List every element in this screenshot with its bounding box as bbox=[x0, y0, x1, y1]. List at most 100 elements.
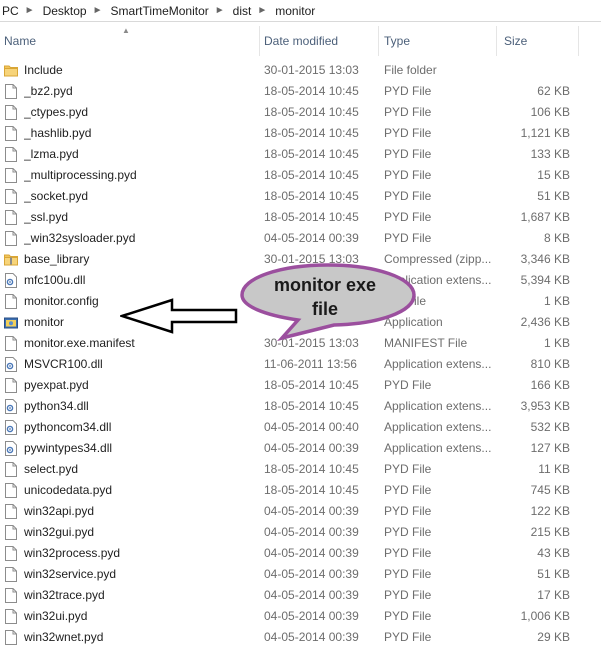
file-row[interactable]: win32ui.pyd 04-05-2014 00:39 PYD File 1,006… bbox=[0, 606, 601, 627]
file-name: win32api.pyd bbox=[24, 504, 95, 518]
breadcrumb-item-monitor[interactable]: monitor bbox=[273, 4, 319, 18]
column-header-size[interactable]: Size bbox=[500, 22, 580, 60]
file-icon bbox=[4, 483, 18, 498]
file-type: PYD File bbox=[384, 168, 432, 182]
file-icon bbox=[4, 105, 18, 120]
file-size: 810 KB bbox=[530, 357, 570, 371]
column-divider[interactable] bbox=[496, 26, 497, 56]
file-date-modified: 30-01-2015 13:03 bbox=[264, 63, 359, 77]
file-date-modified: 18-05-2014 10:45 bbox=[264, 462, 359, 476]
chevron-right-icon[interactable]: ► bbox=[213, 5, 231, 16]
file-row[interactable]: unicodedata.pyd 18-05-2014 10:45 PYD File 7… bbox=[0, 480, 601, 501]
file-row[interactable]: _win32sysloader.pyd 04-05-2014 00:39 PYD F… bbox=[0, 228, 601, 249]
file-name: mfc100u.dll bbox=[24, 273, 86, 287]
chevron-right-icon[interactable]: ► bbox=[255, 5, 273, 16]
file-type: PYD File bbox=[384, 378, 432, 392]
file-type: PYD File bbox=[384, 525, 432, 539]
file-icon bbox=[4, 126, 18, 141]
file-row[interactable]: MSVCR100.dll 11-06-2011 13:56 Application … bbox=[0, 354, 601, 375]
file-size: 166 KB bbox=[530, 378, 570, 392]
file-size: 43 KB bbox=[537, 546, 570, 560]
file-row[interactable]: win32gui.pyd 04-05-2014 00:39 PYD File 215 … bbox=[0, 522, 601, 543]
file-row[interactable]: pyexpat.pyd 18-05-2014 10:45 PYD File 166 K… bbox=[0, 375, 601, 396]
file-type: Application extens... bbox=[384, 441, 492, 455]
file-row[interactable]: _multiprocessing.pyd 18-05-2014 10:45 PYD … bbox=[0, 165, 601, 186]
file-date-modified: 04-05-2014 00:39 bbox=[264, 504, 359, 518]
file-row[interactable]: select.pyd 18-05-2014 10:45 PYD File 11 KB bbox=[0, 459, 601, 480]
file-name: _win32sysloader.pyd bbox=[24, 231, 136, 245]
file-row[interactable]: _hashlib.pyd 18-05-2014 10:45 PYD File 1,12… bbox=[0, 123, 601, 144]
file-size: 5,394 KB bbox=[520, 273, 570, 287]
dll-icon bbox=[4, 273, 18, 288]
file-name: win32gui.pyd bbox=[24, 525, 95, 539]
file-icon bbox=[4, 588, 18, 603]
file-date-modified: 18-05-2014 10:45 bbox=[264, 168, 359, 182]
file-name: unicodedata.pyd bbox=[24, 483, 113, 497]
file-row[interactable]: pythoncom34.dll 04-05-2014 00:40 Applicati… bbox=[0, 417, 601, 438]
file-row[interactable]: win32trace.pyd 04-05-2014 00:39 PYD File 17… bbox=[0, 585, 601, 606]
file-type: PYD File bbox=[384, 126, 432, 140]
file-date-modified: 18-05-2014 10:45 bbox=[264, 147, 359, 161]
file-list: Include 30-01-2015 13:03 File folder _bz2.p… bbox=[0, 60, 601, 648]
file-date-modified: 04-05-2014 00:39 bbox=[264, 567, 359, 581]
file-row[interactable]: win32api.pyd 04-05-2014 00:39 PYD File 122 … bbox=[0, 501, 601, 522]
file-icon bbox=[4, 546, 18, 561]
breadcrumb-item-smarttimemonitor[interactable]: SmartTimeMonitor bbox=[109, 4, 213, 18]
chevron-right-icon[interactable]: ► bbox=[23, 5, 41, 16]
breadcrumb-item-pc[interactable]: PC bbox=[0, 4, 23, 18]
file-type: PYD File bbox=[384, 609, 432, 623]
file-size bbox=[500, 60, 570, 81]
file-size: 8 KB bbox=[543, 231, 570, 245]
file-date-modified: 04-05-2014 00:40 bbox=[264, 420, 359, 434]
breadcrumb: PC ► Desktop ► SmartTimeMonitor ► dist ►… bbox=[0, 0, 601, 22]
file-size: 51 KB bbox=[537, 567, 570, 581]
column-header-name[interactable]: Name bbox=[0, 22, 260, 60]
file-row[interactable]: pywintypes34.dll 04-05-2014 00:39 Applicat… bbox=[0, 438, 601, 459]
file-icon bbox=[4, 504, 18, 519]
file-size: 127 KB bbox=[530, 441, 570, 455]
file-icon bbox=[4, 378, 18, 393]
file-size: 17 KB bbox=[537, 588, 570, 602]
file-type: PYD File bbox=[384, 483, 432, 497]
file-type: PYD File bbox=[384, 231, 432, 245]
file-icon bbox=[4, 525, 18, 540]
file-icon bbox=[4, 147, 18, 162]
file-row[interactable]: win32service.pyd 04-05-2014 00:39 PYD File… bbox=[0, 564, 601, 585]
file-size: 51 KB bbox=[537, 189, 570, 203]
breadcrumb-item-dist[interactable]: dist bbox=[231, 4, 256, 18]
annotation-arrow bbox=[120, 298, 238, 334]
file-date-modified: 18-05-2014 10:45 bbox=[264, 378, 359, 392]
file-row[interactable]: Include 30-01-2015 13:03 File folder bbox=[0, 60, 601, 81]
column-header-date[interactable]: Date modified bbox=[260, 22, 378, 60]
file-size: 106 KB bbox=[530, 105, 570, 119]
file-row[interactable]: win32process.pyd 04-05-2014 00:39 PYD File… bbox=[0, 543, 601, 564]
file-row[interactable]: _bz2.pyd 18-05-2014 10:45 PYD File 62 KB bbox=[0, 81, 601, 102]
file-date-modified: 04-05-2014 00:39 bbox=[264, 441, 359, 455]
file-date-modified: 18-05-2014 10:45 bbox=[264, 105, 359, 119]
file-size: 3,346 KB bbox=[520, 252, 570, 266]
file-size: 29 KB bbox=[537, 630, 570, 644]
column-header-type[interactable]: Type bbox=[380, 22, 496, 60]
file-row[interactable]: _ctypes.pyd 18-05-2014 10:45 PYD File 106 K… bbox=[0, 102, 601, 123]
file-date-modified: 04-05-2014 00:39 bbox=[264, 609, 359, 623]
file-row[interactable]: _lzma.pyd 18-05-2014 10:45 PYD File 133 KB bbox=[0, 144, 601, 165]
file-row[interactable]: python34.dll 18-05-2014 10:45 Application … bbox=[0, 396, 601, 417]
file-row[interactable]: win32wnet.pyd 04-05-2014 00:39 PYD File 29 … bbox=[0, 627, 601, 648]
annotation-label: monitor exe file bbox=[250, 273, 400, 321]
file-type: PYD File bbox=[384, 567, 432, 581]
file-type: PYD File bbox=[384, 84, 432, 98]
file-type: Application extens... bbox=[384, 357, 492, 371]
file-icon bbox=[4, 84, 18, 99]
file-name: pyexpat.pyd bbox=[24, 378, 89, 392]
column-divider[interactable] bbox=[378, 26, 379, 56]
file-type: PYD File bbox=[384, 588, 432, 602]
file-row[interactable]: _ssl.pyd 18-05-2014 10:45 PYD File 1,687 KB bbox=[0, 207, 601, 228]
file-type: PYD File bbox=[384, 504, 432, 518]
breadcrumb-item-desktop[interactable]: Desktop bbox=[41, 4, 91, 18]
column-divider[interactable] bbox=[578, 26, 579, 56]
file-row[interactable]: _socket.pyd 18-05-2014 10:45 PYD File 51 KB bbox=[0, 186, 601, 207]
file-icon bbox=[4, 210, 18, 225]
file-date-modified: 11-06-2011 13:56 bbox=[264, 357, 357, 371]
file-size: 1,006 KB bbox=[520, 609, 570, 623]
chevron-right-icon[interactable]: ► bbox=[91, 5, 109, 16]
